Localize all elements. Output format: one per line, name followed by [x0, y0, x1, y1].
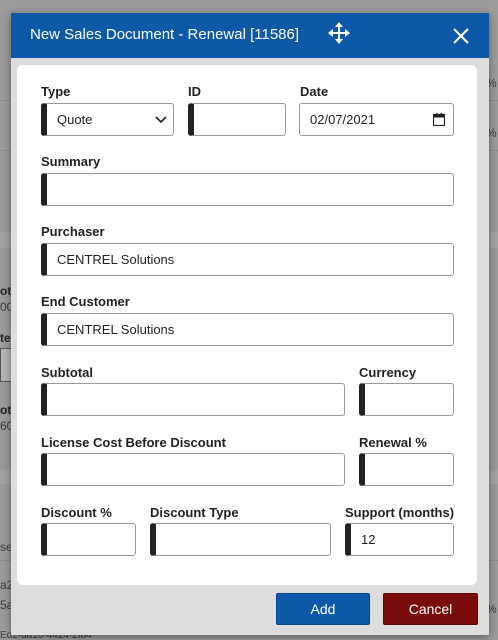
license-cost-label: License Cost Before Discount — [41, 435, 226, 450]
support-input[interactable]: 12 — [345, 523, 454, 556]
close-icon[interactable] — [452, 27, 470, 45]
subtotal-input[interactable] — [41, 383, 345, 416]
currency-input[interactable] — [359, 383, 454, 416]
discount-type-input[interactable] — [150, 523, 331, 556]
purchaser-label: Purchaser — [41, 224, 105, 239]
background-text: ot — [0, 284, 12, 298]
add-button[interactable]: Add — [276, 593, 370, 625]
background-text: ot — [0, 403, 12, 417]
summary-input[interactable] — [41, 173, 454, 206]
purchaser-value: CENTREL Solutions — [57, 252, 175, 267]
type-select[interactable]: Quote — [41, 103, 174, 136]
renewal-input[interactable] — [359, 453, 454, 486]
cancel-button[interactable]: Cancel — [383, 593, 478, 625]
dialog-title: New Sales Document - Renewal [11586] — [30, 26, 300, 43]
calendar-icon[interactable] — [433, 113, 445, 126]
move-icon[interactable] — [328, 22, 350, 44]
subtotal-label: Subtotal — [41, 365, 93, 380]
summary-label: Summary — [41, 154, 101, 169]
currency-label: Currency — [359, 365, 417, 380]
type-label: Type — [41, 84, 71, 99]
chevron-down-icon — [155, 115, 167, 123]
date-value: 02/07/2021 — [310, 112, 376, 127]
end-customer-input[interactable]: CENTREL Solutions — [41, 313, 454, 346]
date-label: Date — [300, 84, 329, 99]
new-sales-document-dialog: New Sales Document - Renewal [11586] Typ… — [11, 13, 489, 635]
license-cost-input[interactable] — [41, 453, 345, 486]
support-label: Support (months) — [345, 505, 455, 520]
support-value: 12 — [361, 532, 376, 547]
type-value: Quote — [57, 112, 93, 127]
id-input[interactable] — [188, 103, 286, 136]
dialog-header[interactable]: New Sales Document - Renewal [11586] — [11, 13, 489, 58]
date-input[interactable]: 02/07/2021 — [299, 103, 454, 136]
end-customer-label: End Customer — [41, 294, 130, 309]
dialog-footer: Add Cancel — [11, 591, 489, 635]
discount-input[interactable] — [41, 523, 136, 556]
id-label: ID — [188, 84, 201, 99]
discount-label: Discount % — [41, 505, 112, 520]
dialog-body: Type Quote ID Date 02/07/2021 Summary Pu… — [17, 65, 477, 585]
discount-type-label: Discount Type — [150, 505, 239, 520]
purchaser-input[interactable]: CENTREL Solutions — [41, 243, 454, 276]
renewal-label: Renewal % — [359, 435, 427, 450]
end-customer-value: CENTREL Solutions — [57, 322, 175, 337]
